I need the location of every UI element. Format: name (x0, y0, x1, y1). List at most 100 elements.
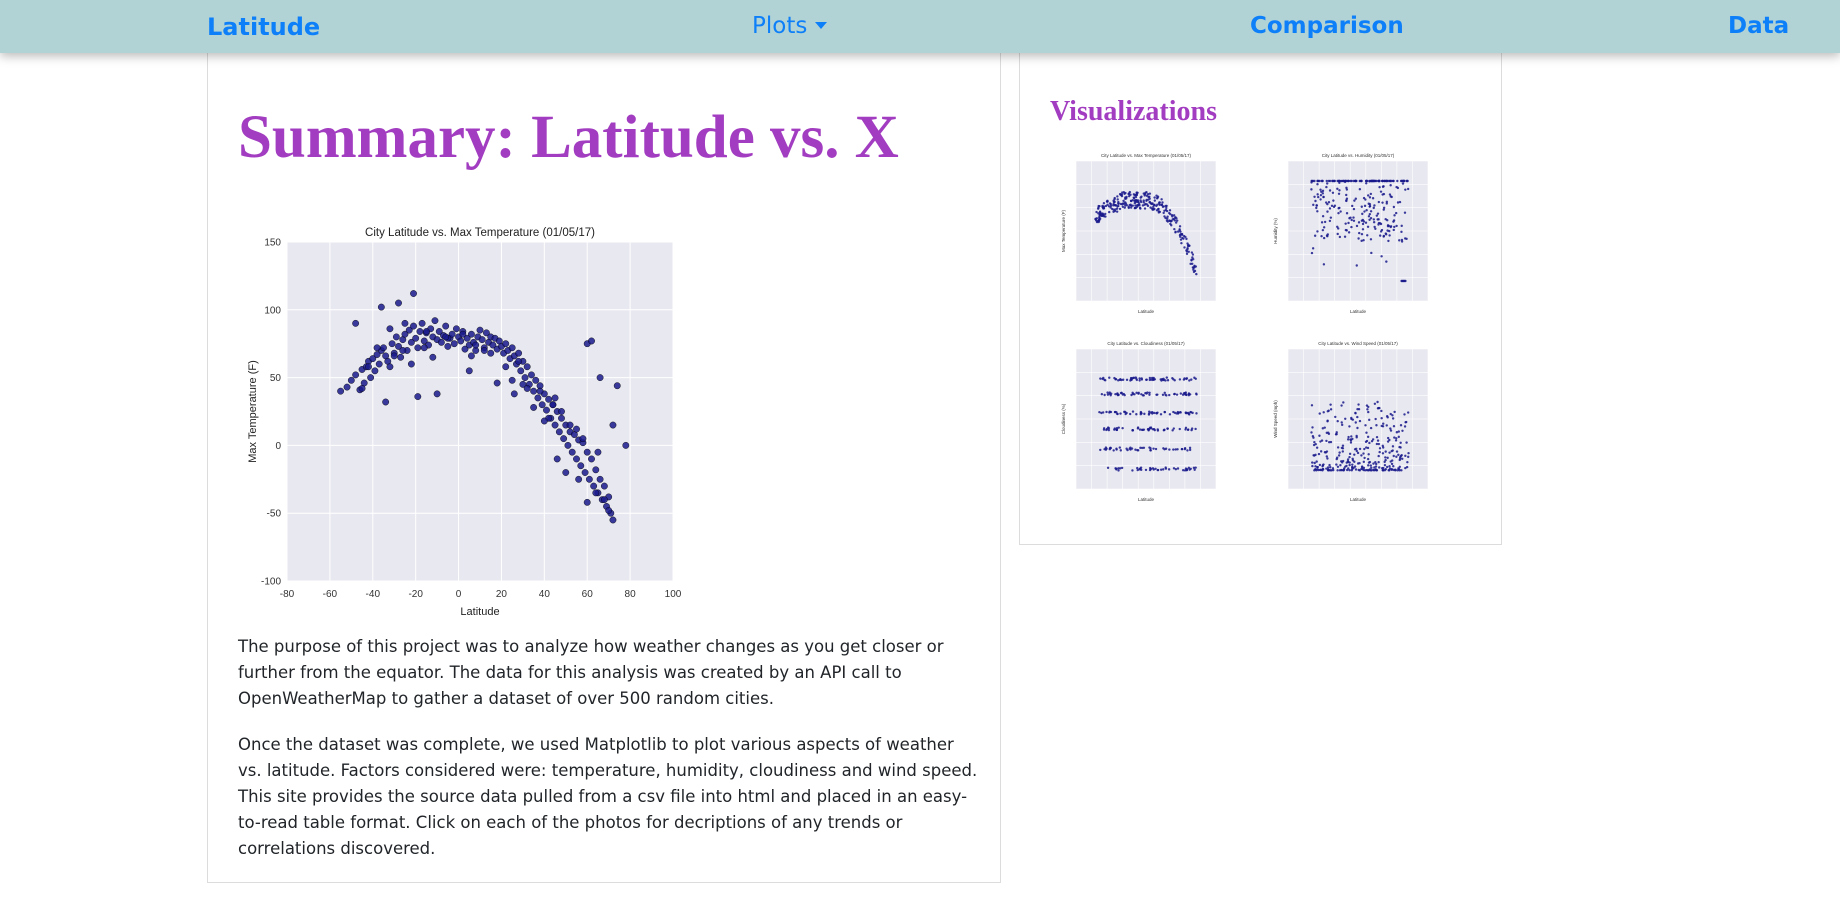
thumb-data-point (1135, 191, 1138, 194)
thumb-data-point (1179, 410, 1182, 414)
data-point (392, 333, 400, 341)
thumb-data-point (1164, 204, 1168, 208)
thumb-data-point (1178, 378, 1182, 381)
thumb-data-point (1360, 205, 1363, 208)
x-tick-label: 100 (665, 589, 682, 600)
nav-data-link[interactable]: Data (1728, 13, 1789, 39)
data-point (558, 408, 565, 415)
thumb-data-point (1386, 440, 1390, 443)
thumb-data-point (1393, 214, 1396, 217)
data-point (553, 455, 561, 463)
thumb-data-point (1379, 190, 1383, 193)
data-point (521, 374, 529, 382)
thumb-data-point (1326, 210, 1329, 213)
thumb-x-label: Latitude (1138, 497, 1155, 502)
data-point (549, 401, 557, 409)
thumb-data-point (1135, 193, 1139, 197)
thumb-data-point (1097, 204, 1100, 208)
thumb-data-point (1367, 453, 1370, 456)
data-point (609, 421, 617, 429)
thumb-data-point (1398, 445, 1401, 449)
thumb-data-point (1328, 179, 1332, 183)
thumb-data-point (1337, 211, 1340, 215)
data-point (453, 325, 460, 333)
thumb-data-point (1157, 207, 1160, 211)
thumb-data-point (1319, 193, 1323, 197)
thumb-data-point (1159, 468, 1163, 471)
thumb-data-point (1401, 179, 1405, 183)
thumb-data-point (1358, 447, 1362, 451)
thumb-data-point (1375, 214, 1379, 217)
thumb-data-point (1163, 215, 1166, 218)
summary-title: Summary: Latitude vs. X (238, 104, 899, 171)
thumbnail-humidity-chart[interactable]: City Latitude vs. Humidity (01/05/17) Lat… (1270, 149, 1440, 319)
thumb-data-point (1173, 219, 1177, 222)
thumb-data-point (1347, 221, 1350, 225)
data-point (399, 347, 407, 354)
thumb-data-point (1319, 440, 1322, 443)
thumb-data-point (1390, 468, 1393, 471)
main-temperature-chart[interactable]: -80 -60 -40 -20 0 20 40 60 80 100 -100 -50 0 50 100 150… (236, 211, 703, 661)
thumb-data-point (1321, 179, 1324, 183)
thumb-data-point (1362, 196, 1366, 200)
thumb-data-point (1129, 193, 1132, 196)
thumbnail-temperature-chart[interactable]: City Latitude vs. Max Temperature (01/05… (1058, 149, 1228, 319)
thumb-data-point (1310, 431, 1313, 434)
nav-plots-dropdown[interactable]: Plots (752, 13, 828, 39)
thumb-data-point (1348, 425, 1351, 428)
thumb-data-point (1337, 192, 1341, 195)
data-point (532, 376, 540, 384)
data-point (528, 371, 535, 379)
thumb-data-point (1386, 456, 1389, 460)
thumb-data-point (1335, 463, 1338, 466)
thumb-data-point (1385, 179, 1388, 183)
thumb-data-point (1140, 393, 1143, 396)
thumb-data-point (1329, 403, 1332, 406)
thumb-data-point (1345, 179, 1348, 183)
thumb-data-point (1135, 377, 1138, 380)
thumb-data-point (1115, 447, 1118, 450)
nav-comparison-link[interactable]: Comparison (1250, 13, 1404, 39)
thumb-data-point (1336, 187, 1339, 190)
thumb-data-point (1317, 195, 1320, 199)
thumb-data-point (1352, 466, 1355, 470)
thumb-data-point (1325, 234, 1329, 237)
thumb-data-point (1369, 426, 1373, 430)
thumb-data-point (1356, 426, 1359, 430)
thumb-data-point (1345, 212, 1349, 215)
thumb-data-point (1155, 411, 1158, 415)
data-point (395, 299, 402, 307)
thumb-data-point (1364, 440, 1368, 444)
thumb-data-point (1378, 406, 1381, 410)
thumbnail-wind-speed-chart[interactable]: City Latitude vs. Wind Speed (01/05/17) L… (1270, 337, 1440, 507)
thumb-data-point (1340, 423, 1344, 427)
thumb-data-point (1125, 378, 1129, 382)
y-tick-label: -50 (267, 509, 282, 520)
thumb-data-point (1162, 211, 1165, 215)
thumb-x-label: Latitude (1138, 309, 1155, 314)
thumb-data-point (1168, 393, 1171, 397)
thumb-data-point (1347, 179, 1350, 183)
thumb-data-point (1344, 417, 1347, 420)
data-point (407, 360, 415, 368)
thumb-data-point (1343, 235, 1347, 238)
thumb-data-point (1346, 438, 1350, 441)
thumb-data-point (1119, 391, 1123, 395)
nav-brand-latitude[interactable]: Latitude (207, 13, 320, 41)
thumb-data-point (1352, 219, 1356, 223)
thumb-data-point (1369, 238, 1373, 241)
thumb-data-point (1392, 228, 1395, 232)
thumb-data-point (1174, 231, 1177, 234)
thumb-data-point (1370, 251, 1373, 255)
thumb-data-point (1385, 465, 1389, 469)
data-point (410, 290, 417, 297)
thumb-data-point (1383, 463, 1387, 467)
thumb-data-point (1387, 224, 1391, 228)
data-point (530, 404, 538, 411)
thumb-data-point (1154, 447, 1158, 451)
thumb-data-point (1117, 379, 1120, 382)
thumb-data-point (1319, 188, 1322, 191)
thumb-data-point (1143, 207, 1147, 210)
thumbnail-cloudiness-chart[interactable]: City Latitude vs. Cloudiness (01/05/17) L… (1058, 337, 1228, 507)
thumb-data-point (1144, 391, 1147, 395)
